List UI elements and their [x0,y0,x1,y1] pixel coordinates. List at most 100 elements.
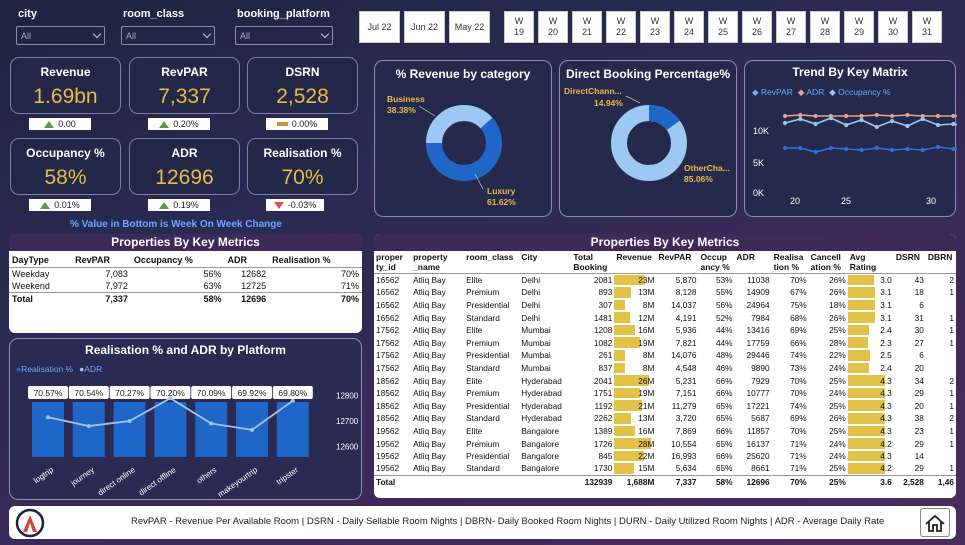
month-button-1[interactable]: Jun 22 [404,11,445,43]
table-row: 18562 Atliq Bay Elite Hyderabad 2041 26M 5,231… [374,374,956,387]
table-cell: Premium [466,337,500,348]
table-cell: 44% [715,337,733,348]
revpar-point [874,145,879,151]
table-cell: 71% [790,438,807,449]
table-cell: 5,231 [675,375,697,386]
table-row: 19562 Atliq Bay Elite Bangalore 1389 16M 7,869… [374,425,956,438]
y-tick-label: 5K [753,158,764,168]
daytype-col-header[interactable]: Realisation % [269,253,362,268]
properties-col-header[interactable]: DSRN [893,251,926,274]
table-cell: Weekend [12,281,50,291]
table-cell: 25% [829,400,846,411]
table-cell: 1,688M [614,474,657,488]
table-cell: 69% [790,325,807,336]
adr-point [798,112,803,118]
table-row: 18562 Atliq Bay Premium Hyderabad 1751 19M 7,1… [374,387,956,400]
table-cell: Bangalore [521,438,560,449]
table-cell: 6 [919,299,924,310]
week-button-8[interactable]: W 27 [776,11,806,43]
table-cell [926,362,956,375]
week-button-3[interactable]: W 22 [606,11,636,43]
table-cell: 1082 [593,337,613,348]
week-button-2[interactable]: W 21 [572,11,602,43]
city-dropdown[interactable]: All [16,26,105,45]
realisation-bar[interactable] [113,402,146,457]
platform-category-label: tripster [275,465,300,487]
table-cell: 1208 [593,325,613,336]
home-button[interactable] [920,508,950,537]
daytype-col-header[interactable]: DayType [9,253,73,268]
week-button-7[interactable]: W 26 [742,11,772,43]
realisation-bar[interactable] [154,402,187,457]
table-cell: Elite [466,275,483,286]
table-cell: 70% [790,425,807,436]
properties-col-header[interactable]: DBRN [925,251,956,274]
realisation-bar[interactable] [195,402,228,457]
table-cell: Elite [466,325,483,336]
table-cell: 2 [949,413,954,424]
adr-point [935,113,941,119]
table-cell: 65% [715,438,733,449]
table-cell: 29 [914,438,924,449]
week-button-10[interactable]: W 29 [844,11,874,43]
realisation-bar[interactable] [32,402,64,457]
realisation-bar[interactable] [276,402,309,457]
table-cell: 68% [790,312,807,323]
properties-table: proper ty_id property _name room_class City… [374,251,956,488]
properties-col-header[interactable]: RevPAR [656,251,699,274]
properties-col-header[interactable]: Occup ancy % [698,251,735,274]
table-cell: 1389 [593,425,613,436]
table-cell: 4,548 [675,362,697,373]
daytype-col-header[interactable]: Occupancy % [130,253,225,268]
properties-table-card: Properties By Key Metrics proper ty_id pr… [374,234,956,498]
properties-col-header[interactable]: proper ty_id [374,251,412,274]
table-cell: 5,870 [675,275,697,286]
table-cell: Presidential [466,400,510,411]
week-button-1[interactable]: W 20 [538,11,568,43]
properties-col-header[interactable]: Cancell ation % [808,251,848,274]
revpar-line [785,146,957,153]
properties-col-header[interactable]: Realisa tion % [771,251,809,274]
daytype-col-header[interactable]: RevPAR [72,253,131,268]
properties-col-header[interactable]: property _name [411,251,465,274]
table-cell: 16562 [376,312,400,323]
table-cell: 70% [269,292,362,305]
table-cell: Premium [466,388,500,399]
month-button-2[interactable]: May 22 [449,11,490,43]
realisation-bar[interactable] [72,402,105,457]
week-button-0[interactable]: W 19 [504,11,534,43]
table-cell: 30 [914,325,924,336]
table-cell [464,474,520,488]
properties-col-header[interactable]: ADR [734,251,772,274]
adr-axis-tick: 12800 [336,392,359,401]
week-button-12[interactable]: W 31 [912,11,942,43]
kpi-value: 2,528 [276,85,329,108]
week-button-9[interactable]: W 28 [810,11,840,43]
properties-col-header[interactable]: Avg Rating [847,251,894,274]
wow-note: % Value in Bottom is Week On Week Change [70,219,282,230]
week-button-4[interactable]: W 23 [640,11,670,43]
properties-col-header[interactable]: room_class [464,251,520,274]
week-button-5[interactable]: W 24 [674,11,704,43]
daytype-col-header[interactable]: ADR [224,253,270,268]
room-class-dropdown[interactable]: All [121,26,215,45]
week-button-6[interactable]: W 25 [708,11,738,43]
table-cell: 837 [598,362,613,373]
properties-col-header[interactable]: City [519,251,572,274]
table-cell: Standard [466,413,500,424]
properties-col-header[interactable]: Revenue [614,251,657,274]
table-cell: 18562 [376,388,400,399]
table-cell: 34 [914,375,924,386]
week-button-11[interactable]: W 30 [878,11,908,43]
table-cell: 56% [715,299,733,310]
table-cell: 2 [949,275,954,286]
month-button-0[interactable]: Jul 22 [359,11,400,43]
table-row: 17562 Atliq Bay Premium Mumbai 1082 19M 7,821 4… [374,336,956,349]
table-cell: 18562 [376,375,400,386]
booking-platform-dropdown[interactable]: All [235,26,333,45]
table-cell: 1 [949,388,954,399]
properties-col-header[interactable]: Total Booking [571,251,615,274]
kpi-change-value: 0.20% [173,119,199,129]
data-bar [614,387,640,399]
table-cell: 66% [790,337,807,348]
